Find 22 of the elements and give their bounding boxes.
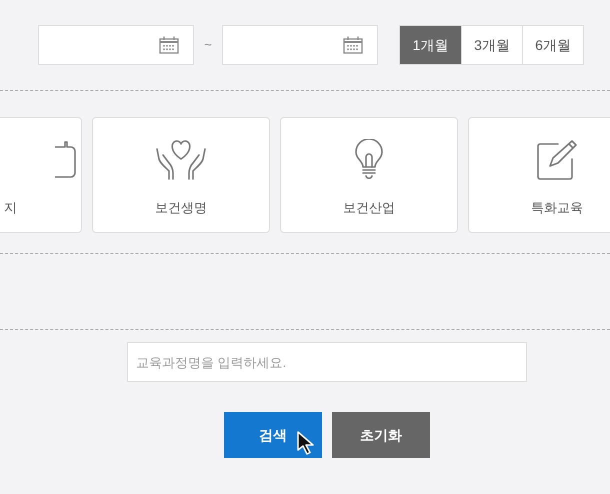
category-card[interactable]: 지 [0,117,82,233]
category-card[interactable]: 특화교육 [468,117,610,233]
cursor-icon [296,431,316,455]
start-date-field[interactable] [38,25,194,65]
calendar-icon [159,36,179,54]
calendar-icon [343,36,363,54]
course-search-field[interactable]: 교육과정명을 입력하세요. [127,342,527,382]
period-tab[interactable]: 1개월 [400,26,461,64]
category-label: 지 [4,199,17,217]
category-card[interactable]: 보건산업 [280,117,458,233]
bag-icon [55,139,79,181]
category-card[interactable]: 보건생명 [92,117,270,233]
range-separator: ~ [203,36,213,54]
search-button[interactable]: 검색 [224,412,322,458]
light-bulb-icon [354,139,384,181]
edit-icon [536,139,578,181]
end-date-field[interactable] [222,25,378,65]
hands-heart-icon [155,139,207,181]
reset-button[interactable]: 초기화 [332,412,430,458]
category-label: 특화교육 [531,199,583,217]
category-label: 보건산업 [343,199,395,217]
category-label: 보건생명 [155,199,207,217]
